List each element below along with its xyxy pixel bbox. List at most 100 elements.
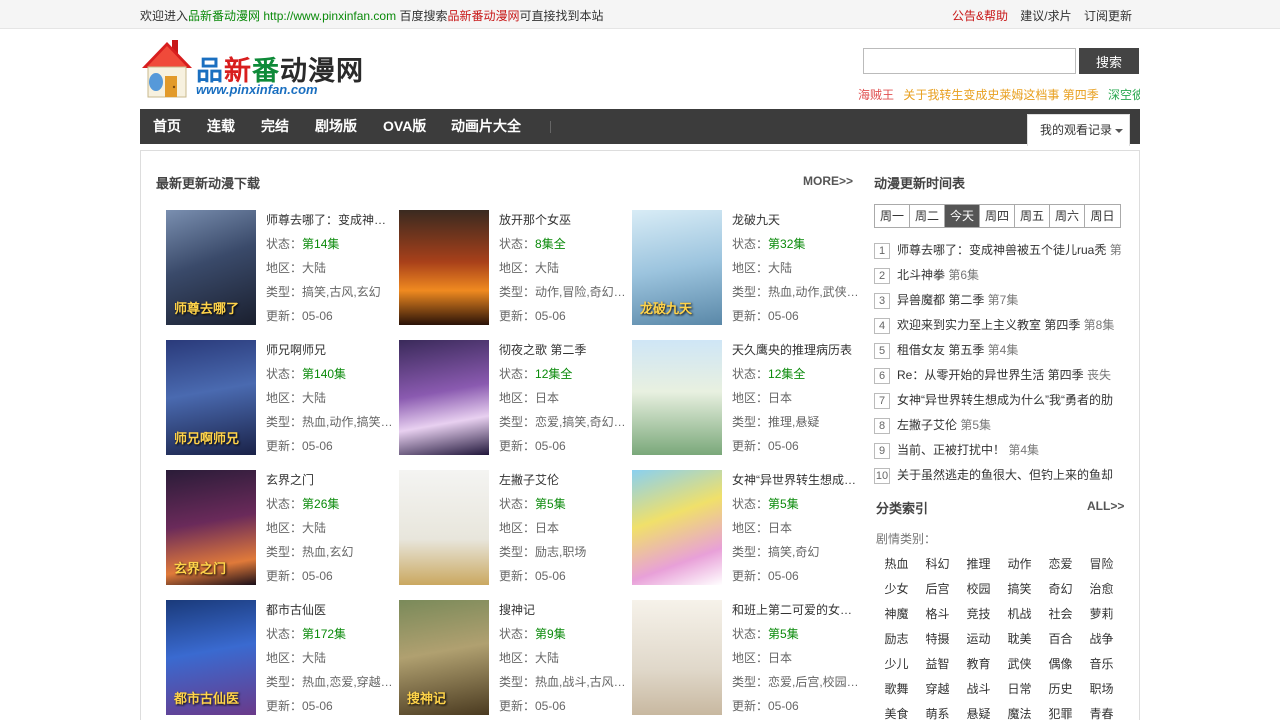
category-link[interactable]: 冒险 <box>1081 553 1122 578</box>
category-link[interactable]: 歌舞 <box>876 678 917 703</box>
anime-title[interactable]: 天久鹰央的推理病历表 <box>732 340 862 364</box>
nav-finished[interactable]: 完结 <box>261 109 289 144</box>
anime-card[interactable]: 师尊去哪了 师尊去哪了：变成神兽被五个徒儿rua秃状态：第14集地区：大陆类型：搞… <box>166 210 396 328</box>
nav-home[interactable]: 首页 <box>153 109 181 144</box>
anime-card[interactable]: 都市古仙医 都市古仙医 状态：第172集 地区：大陆 类型：热血,恋爱,穿越,都市 更新：… <box>166 600 396 718</box>
category-link[interactable]: 穿越 <box>917 678 958 703</box>
schedule-item[interactable]: 1 师尊去哪了：变成神兽被五个徒儿rua秃 第 <box>874 239 1124 264</box>
day-tab[interactable]: 今天 <box>945 205 980 227</box>
category-link[interactable]: 音乐 <box>1081 653 1122 678</box>
schedule-item[interactable]: 7 女神“异世界转生想成为什么”我“勇者的肋 <box>874 389 1124 414</box>
category-link[interactable]: 机战 <box>999 603 1040 628</box>
category-link[interactable]: 职场 <box>1081 678 1122 703</box>
anime-poster[interactable]: 玄界之门 <box>166 470 256 585</box>
site-url-link[interactable]: http://www.pinxinfan.com <box>263 9 396 23</box>
category-link[interactable]: 偶像 <box>1040 653 1081 678</box>
category-link[interactable]: 竞技 <box>958 603 999 628</box>
category-link[interactable]: 特摄 <box>917 628 958 653</box>
schedule-item[interactable]: 4 欢迎来到实力至上主义教室 第四季 第8集 <box>874 314 1124 339</box>
anime-card[interactable]: 龙破九天 龙破九天 状态：第32集 地区：大陆 类型：热血,动作,武侠,玄幻 更新：05-… <box>632 210 862 328</box>
schedule-item[interactable]: 5 租借女友 第五季 第4集 <box>874 339 1124 364</box>
category-link[interactable]: 悬疑 <box>958 703 999 720</box>
category-link[interactable]: 益智 <box>917 653 958 678</box>
anime-title[interactable]: 搜神记 <box>499 600 629 624</box>
anime-card[interactable]: 和班上第二可爱的女孩成为朋友状态：第5集地区：日本类型：恋爱,后宫,校园,日常更… <box>632 600 862 718</box>
suggest-link[interactable]: 建议/求片 <box>1020 9 1071 23</box>
category-link[interactable]: 少女 <box>876 578 917 603</box>
more-link[interactable]: MORE>> <box>803 174 853 188</box>
anime-title[interactable]: 彻夜之歌 第二季 <box>499 340 629 364</box>
category-link[interactable]: 推理 <box>958 553 999 578</box>
anime-card[interactable]: 搜神记 搜神记 状态：第9集 地区：大陆 类型：热血,战斗,古风,玄幻 更新：05-06 <box>399 600 629 718</box>
anime-poster[interactable]: 师兄啊师兄 <box>166 340 256 455</box>
category-link[interactable]: 战争 <box>1081 628 1122 653</box>
anime-poster[interactable] <box>632 600 722 715</box>
anime-title[interactable]: 和班上第二可爱的女孩成为朋友 <box>732 600 862 624</box>
category-link[interactable]: 魔法 <box>999 703 1040 720</box>
day-tab[interactable]: 周四 <box>980 205 1015 227</box>
anime-card[interactable]: 师兄啊师兄 师兄啊师兄 状态：第140集 地区：大陆 类型：热血,动作,搞笑,玄幻 更新：… <box>166 340 396 458</box>
category-link[interactable]: 犯罪 <box>1040 703 1081 720</box>
category-link[interactable]: 校园 <box>958 578 999 603</box>
schedule-item[interactable]: 2 北斗神拳 第6集 <box>874 264 1124 289</box>
category-link[interactable]: 美食 <box>876 703 917 720</box>
anime-title[interactable]: 师兄啊师兄 <box>266 340 396 364</box>
category-link[interactable]: 奇幻 <box>1040 578 1081 603</box>
category-link[interactable]: 热血 <box>876 553 917 578</box>
nav-cartoon-all[interactable]: 动画片大全 <box>451 109 521 144</box>
anime-card[interactable]: 左撇子艾伦 状态：第5集 地区：日本 类型：励志,职场 更新：05-06 <box>399 470 629 588</box>
anime-title[interactable]: 放开那个女巫 <box>499 210 629 234</box>
category-link[interactable]: 萌系 <box>917 703 958 720</box>
category-link[interactable]: 科幻 <box>917 553 958 578</box>
anime-poster[interactable]: 师尊去哪了 <box>166 210 256 325</box>
schedule-item[interactable]: 9 当前、正被打扰中！ 第4集 <box>874 439 1124 464</box>
anime-card[interactable]: 女神“异世界转生想成为什么”我“勇者的肋骨” 状态：第5集地区：日本类型：搞笑,奇… <box>632 470 862 588</box>
category-link[interactable]: 社会 <box>1040 603 1081 628</box>
category-link[interactable]: 历史 <box>1040 678 1081 703</box>
anime-title[interactable]: 女神“异世界转生想成为什么”我“勇者的肋骨” <box>732 470 862 494</box>
category-link[interactable]: 励志 <box>876 628 917 653</box>
category-link[interactable]: 武侠 <box>999 653 1040 678</box>
anime-poster[interactable] <box>399 340 489 455</box>
category-link[interactable]: 运动 <box>958 628 999 653</box>
day-tab[interactable]: 周日 <box>1085 205 1120 227</box>
anime-title[interactable]: 玄界之门 <box>266 470 396 494</box>
category-link[interactable]: 格斗 <box>917 603 958 628</box>
hot-link-1[interactable]: 关于我转生变成史莱姆这档事 第四季 <box>903 88 1098 102</box>
day-tab[interactable]: 周二 <box>910 205 945 227</box>
anime-poster[interactable] <box>632 340 722 455</box>
anime-title[interactable]: 左撇子艾伦 <box>499 470 629 494</box>
anime-title[interactable]: 师尊去哪了：变成神兽被五个徒儿rua秃 <box>266 210 396 234</box>
category-link[interactable]: 搞笑 <box>999 578 1040 603</box>
schedule-item[interactable]: 6 Re：从零开始的异世界生活 第四季 丧失 <box>874 364 1124 389</box>
anime-poster[interactable] <box>632 470 722 585</box>
anime-poster[interactable]: 搜神记 <box>399 600 489 715</box>
anime-card[interactable]: 玄界之门 玄界之门 状态：第26集 地区：大陆 类型：热血,玄幻 更新：05-06 <box>166 470 396 588</box>
anime-poster[interactable] <box>399 210 489 325</box>
category-link[interactable]: 战斗 <box>958 678 999 703</box>
category-link[interactable]: 恋爱 <box>1040 553 1081 578</box>
category-link[interactable]: 后宫 <box>917 578 958 603</box>
day-tab[interactable]: 周一 <box>875 205 910 227</box>
nav-serial[interactable]: 连载 <box>207 109 235 144</box>
anime-title[interactable]: 都市古仙医 <box>266 600 396 624</box>
category-link[interactable]: 治愈 <box>1081 578 1122 603</box>
category-link[interactable]: 耽美 <box>999 628 1040 653</box>
hot-link-2[interactable]: 深空彼岸 <box>1108 88 1140 102</box>
nav-movie[interactable]: 剧场版 <box>315 109 357 144</box>
anime-card[interactable]: 放开那个女巫 状态：8集全 地区：大陆 类型：动作,冒险,奇幻,战争 更新：05-06 <box>399 210 629 328</box>
category-link[interactable]: 百合 <box>1040 628 1081 653</box>
schedule-item[interactable]: 8 左撇子艾伦 第5集 <box>874 414 1124 439</box>
notice-help-link[interactable]: 公告&帮助 <box>952 9 1008 23</box>
category-link[interactable]: 动作 <box>999 553 1040 578</box>
search-button[interactable]: 搜索 <box>1079 48 1139 74</box>
day-tab[interactable]: 周五 <box>1015 205 1050 227</box>
schedule-item[interactable]: 10 关于虽然逃走的鱼很大、但钓上来的鱼却 <box>874 464 1124 489</box>
search-input[interactable] <box>863 48 1076 74</box>
category-link[interactable]: 教育 <box>958 653 999 678</box>
all-link[interactable]: ALL>> <box>1087 499 1124 513</box>
day-tab[interactable]: 周六 <box>1050 205 1085 227</box>
anime-title[interactable]: 龙破九天 <box>732 210 862 234</box>
anime-poster[interactable] <box>399 470 489 585</box>
site-name-link[interactable]: 品新番动漫网 <box>188 9 260 23</box>
